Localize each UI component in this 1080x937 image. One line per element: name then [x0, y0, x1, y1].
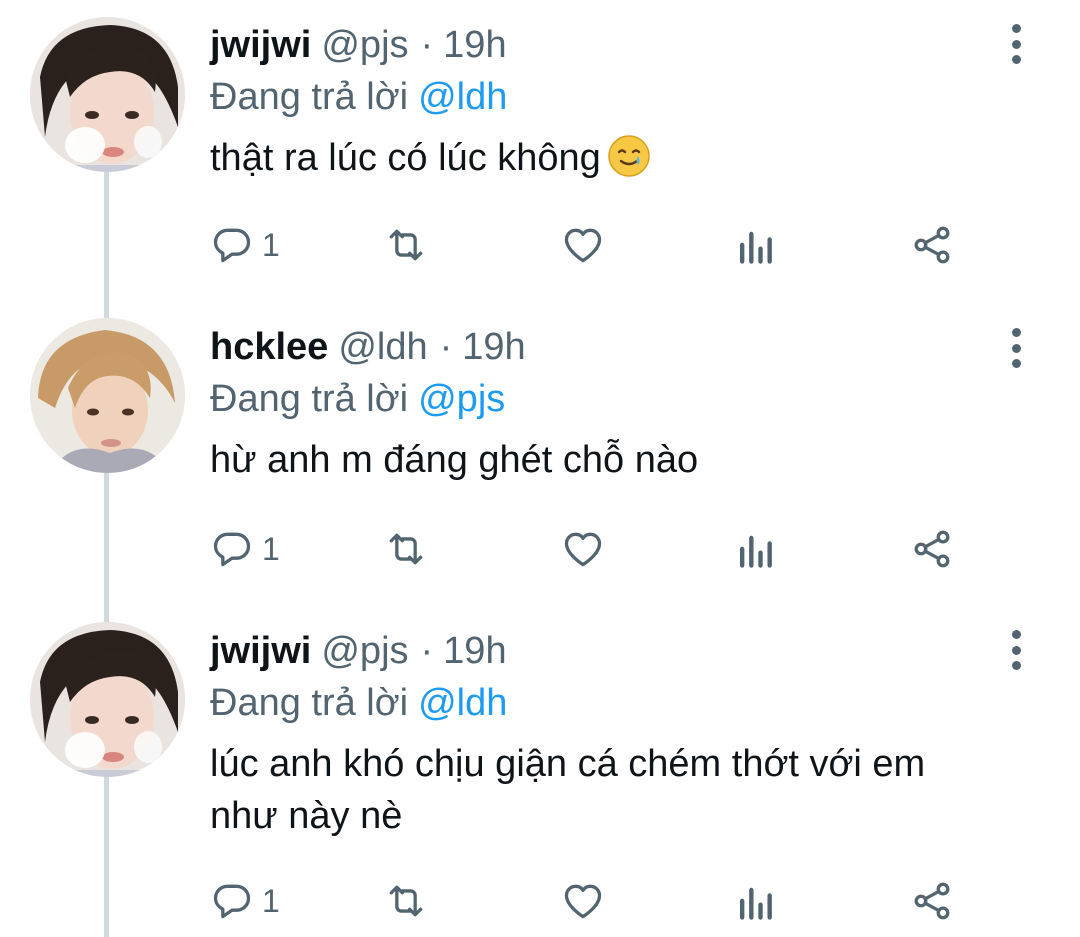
replying-to: Đang trả lời @ldh — [210, 678, 1000, 728]
avatar[interactable] — [30, 318, 185, 473]
retweet-icon — [389, 533, 423, 565]
retweet-button[interactable] — [382, 220, 430, 270]
replying-label: Đang trả lời — [210, 378, 409, 420]
views-button[interactable] — [735, 524, 775, 574]
timestamp[interactable]: 19h — [462, 324, 525, 370]
user-handle[interactable]: @pjs — [321, 628, 408, 674]
reply-icon — [213, 228, 251, 263]
retweet-button[interactable] — [382, 524, 430, 574]
replying-to: Đang trả lời @pjs — [210, 374, 1000, 424]
reply-icon — [213, 532, 251, 567]
replying-label: Đang trả lời — [210, 76, 409, 118]
tweet-text: lúc anh khó chịu giận cá chém thớt với e… — [210, 743, 926, 837]
replying-label: Đang trả lời — [210, 682, 409, 724]
tweet-actions: 1 — [210, 876, 970, 926]
views-button[interactable] — [735, 876, 775, 926]
mention-link[interactable]: @pjs — [418, 378, 505, 420]
share-icon — [914, 882, 950, 920]
avatar[interactable] — [30, 622, 185, 777]
views-icon — [739, 231, 772, 264]
heart-icon — [564, 532, 602, 567]
like-button[interactable] — [560, 876, 606, 926]
user-handle[interactable]: @ldh — [338, 324, 427, 370]
avatar[interactable] — [30, 17, 185, 172]
reply-count: 1 — [262, 530, 280, 567]
reply-button[interactable]: 1 — [210, 876, 280, 926]
share-button[interactable] — [910, 220, 954, 270]
tweet-actions: 1 — [210, 524, 970, 574]
share-icon — [914, 530, 950, 568]
tweet-header: jwijwi @pjs · 19h — [210, 628, 1000, 674]
reply-count: 1 — [262, 226, 280, 263]
like-button[interactable] — [560, 220, 606, 270]
tweet-header: hcklee @ldh · 19h — [210, 324, 1000, 370]
reply-icon — [213, 884, 251, 919]
more-options-button[interactable] — [1002, 328, 1030, 368]
reply-button[interactable]: 1 — [210, 220, 280, 270]
reply-button[interactable]: 1 — [210, 524, 280, 574]
timestamp[interactable]: 19h — [443, 628, 506, 674]
share-button[interactable] — [910, 876, 954, 926]
tweet-text: thật ra lúc có lúc không — [210, 132, 1000, 184]
thread-connector-line — [104, 172, 109, 937]
more-options-button[interactable] — [1002, 24, 1030, 64]
mention-link[interactable]: @ldh — [418, 76, 507, 118]
tweet-text-body: thật ra lúc có lúc không — [210, 137, 601, 179]
share-icon — [914, 226, 950, 264]
smiling-face-with-tear-icon — [607, 134, 651, 178]
views-button[interactable] — [735, 220, 775, 270]
retweet-icon — [389, 885, 423, 917]
tweet-header: jwijwi @pjs · 19h — [210, 22, 1000, 68]
replying-to: Đang trả lời @ldh — [210, 72, 1000, 122]
separator-dot: · — [420, 630, 434, 672]
more-vertical-icon — [1011, 328, 1021, 337]
views-icon — [739, 887, 772, 920]
more-options-button[interactable] — [1002, 630, 1030, 670]
views-icon — [739, 535, 772, 568]
more-vertical-icon — [1011, 630, 1021, 639]
tweet-actions: 1 — [210, 220, 970, 270]
mention-link[interactable]: @ldh — [418, 682, 507, 724]
heart-icon — [564, 228, 602, 263]
display-name[interactable]: jwijwi — [210, 22, 311, 68]
tweet-text: hừ anh m đáng ghét chỗ nào — [210, 439, 699, 481]
display-name[interactable]: jwijwi — [210, 628, 311, 674]
share-button[interactable] — [910, 524, 954, 574]
retweet-button[interactable] — [382, 876, 430, 926]
separator-dot: · — [420, 24, 434, 66]
retweet-icon — [389, 229, 423, 261]
heart-icon — [564, 884, 602, 919]
user-handle[interactable]: @pjs — [321, 22, 408, 68]
display-name[interactable]: hcklee — [210, 324, 328, 370]
like-button[interactable] — [560, 524, 606, 574]
timestamp[interactable]: 19h — [443, 22, 506, 68]
more-vertical-icon — [1011, 24, 1021, 33]
reply-count: 1 — [262, 882, 280, 919]
separator-dot: · — [439, 326, 453, 368]
